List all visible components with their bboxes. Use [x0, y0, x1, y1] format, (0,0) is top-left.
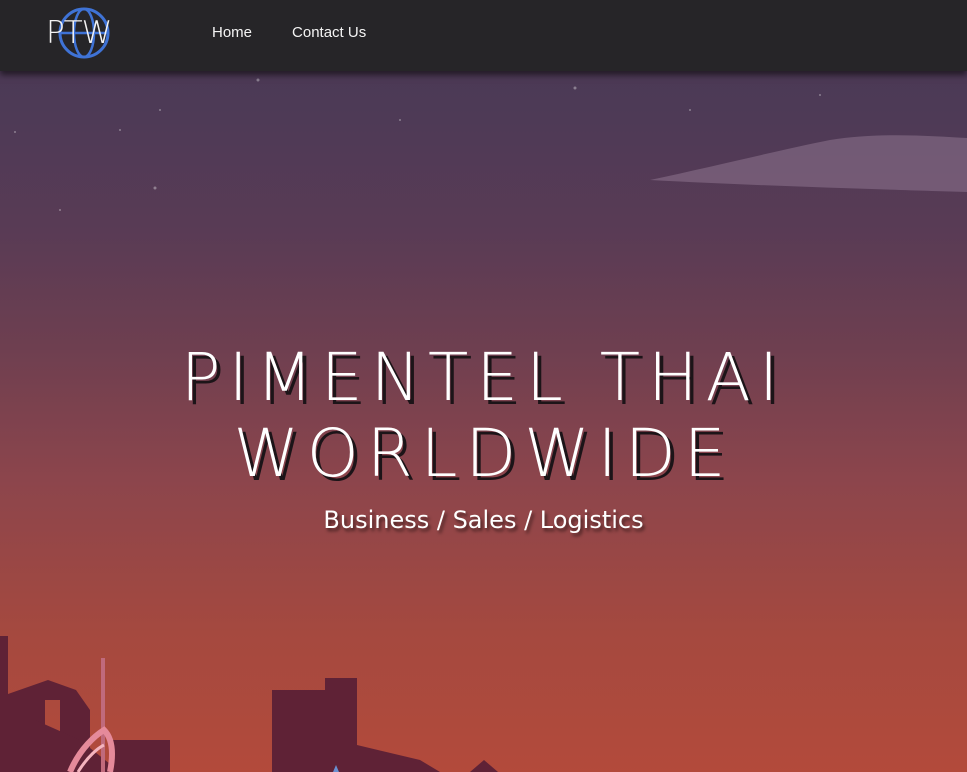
logo-text: PTW — [46, 15, 112, 51]
hero-title-line-1: PIMENTEL THAI — [180, 339, 787, 416]
hero-section: PIMENTEL THAI WORLDWIDE Business / Sales… — [0, 340, 967, 535]
page: PTW Home Contact Us PIMENTEL THAI WORLDW… — [0, 0, 967, 772]
main-nav: Home Contact Us — [212, 24, 366, 41]
logo[interactable]: PTW — [46, 5, 122, 61]
hero-title-line-2: WORLDWIDE — [233, 415, 734, 492]
top-navigation-bar: PTW Home Contact Us — [0, 0, 967, 71]
cloud — [650, 135, 967, 192]
city-skyline — [0, 636, 498, 772]
nav-contact-link[interactable]: Contact Us — [292, 24, 366, 41]
hero-subtitle: Business / Sales / Logistics — [323, 506, 644, 534]
hero-title: PIMENTEL THAI WORLDWIDE — [0, 340, 967, 492]
nav-home-link[interactable]: Home — [212, 24, 252, 41]
stars — [14, 78, 821, 211]
